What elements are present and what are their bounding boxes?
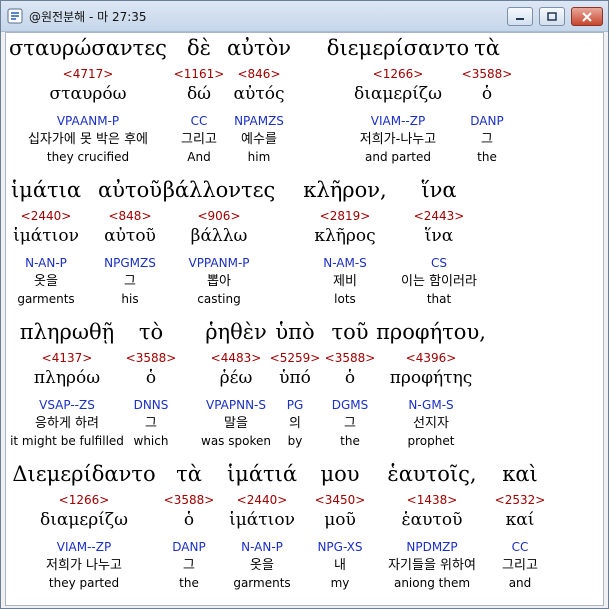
strong-number: <2443> — [413, 209, 465, 223]
parsing-code: DANP — [470, 114, 504, 128]
greek-word: ἵνα — [421, 178, 457, 202]
parsing-code: CS — [431, 256, 447, 270]
lexical-form: ἵνα — [424, 226, 454, 246]
lexical-form: ὁ — [481, 84, 493, 104]
parsing-code: N-GM-S — [408, 398, 454, 412]
english-gloss: and — [508, 576, 532, 590]
strong-number: <3588> — [461, 67, 513, 81]
app-icon — [7, 8, 23, 24]
close-icon — [582, 11, 592, 22]
maximize-button[interactable] — [539, 7, 565, 26]
english-gloss: the — [477, 150, 497, 164]
title-bar[interactable]: @원전분해 - 마 27:35 — [1, 1, 608, 32]
maximize-icon — [547, 11, 557, 21]
greek-word: προφήτου, — [376, 320, 486, 344]
english-gloss: prophet — [407, 434, 455, 448]
interlinear-view[interactable]: σταυρώσαντες <4717> σταυρόω VPAANM-P 십자가에 못 … — [5, 32, 604, 606]
strong-number: <2532> — [494, 493, 546, 507]
minimize-button[interactable] — [507, 7, 533, 26]
korean-gloss: 이는 함이러라 — [401, 274, 477, 289]
lexical-form: προφήτης — [389, 368, 473, 388]
clipped-next-row — [6, 599, 603, 605]
minimize-icon — [516, 17, 524, 20]
korean-gloss: 그 — [481, 132, 493, 147]
greek-word: τὰ — [474, 36, 500, 60]
close-button[interactable] — [571, 7, 603, 26]
english-gloss: that — [426, 292, 452, 306]
greek-word: καὶ — [502, 462, 538, 486]
korean-gloss: 그리고 — [502, 558, 538, 573]
app-window: @원전분해 - 마 27:35 σταυρώσαντες <4717> σταυρό… — [0, 0, 609, 609]
lexical-form: καί — [505, 510, 535, 530]
window-title: @원전분해 - 마 27:35 — [29, 10, 147, 24]
korean-gloss: 선지자 — [413, 416, 449, 431]
strong-number: <4396> — [405, 351, 457, 365]
parsing-code: CC — [511, 540, 529, 554]
